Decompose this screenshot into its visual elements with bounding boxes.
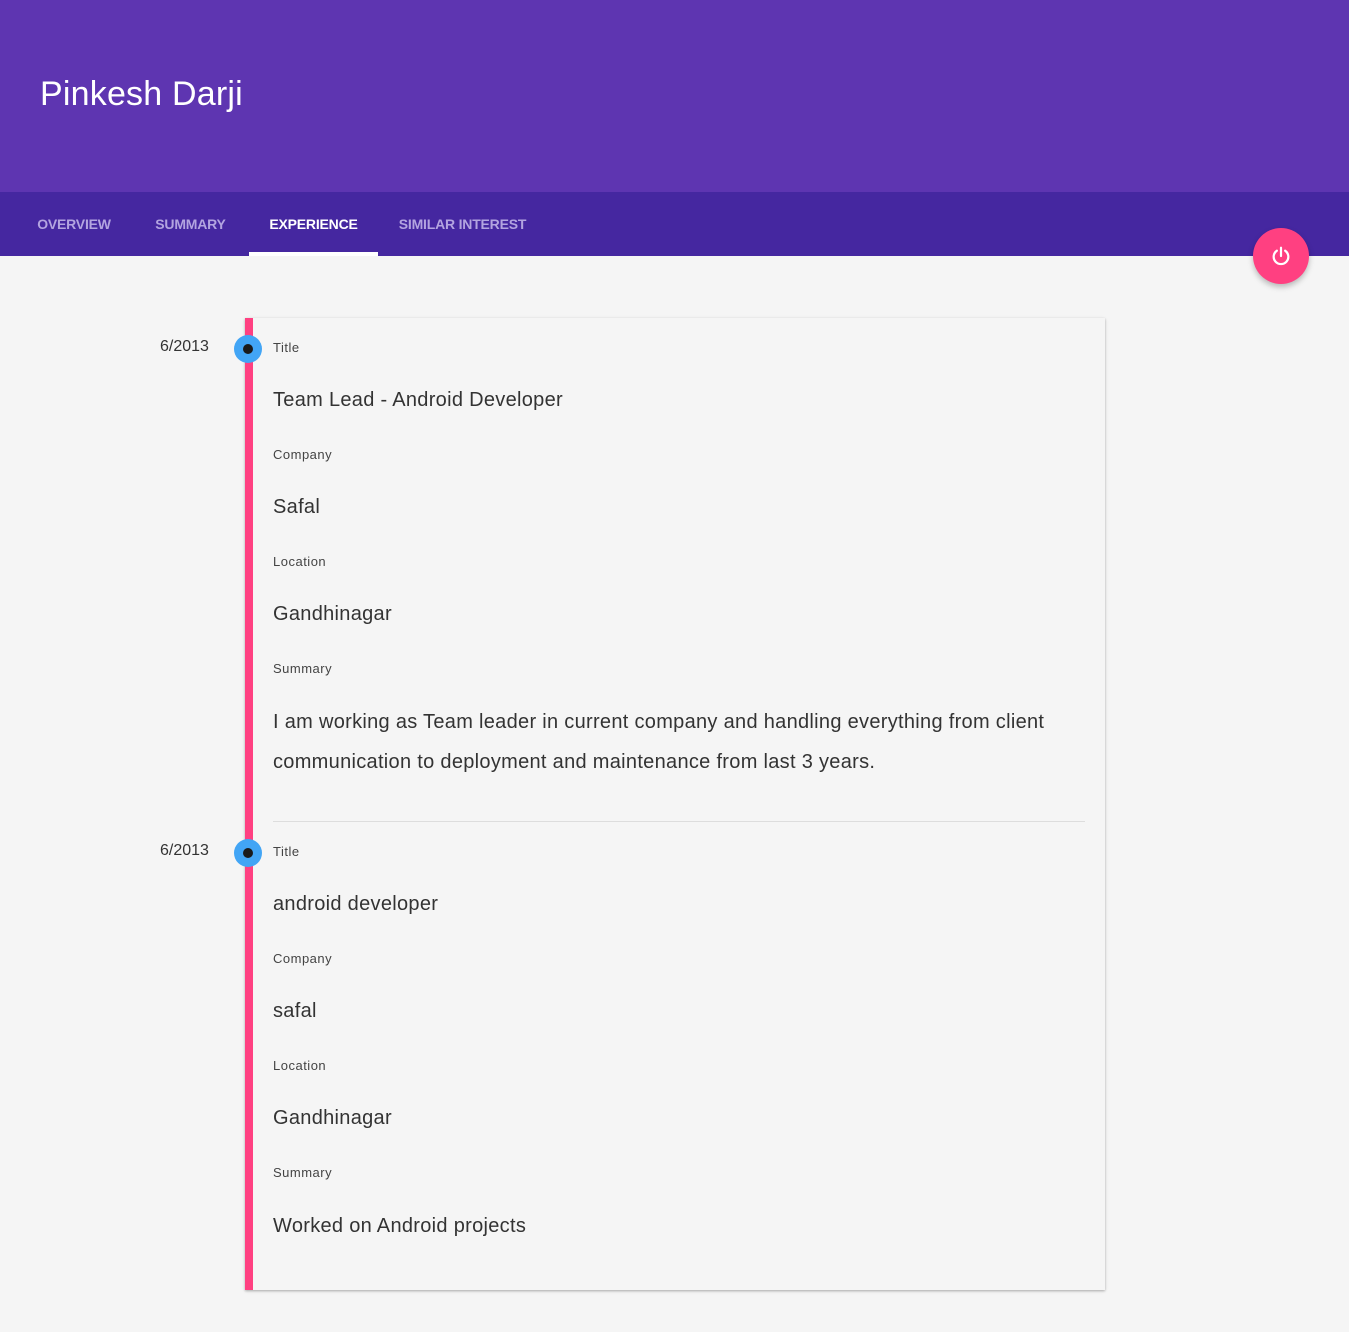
timeline-dot <box>234 335 262 363</box>
title-value: android developer <box>273 893 439 915</box>
experience-timeline-card: Title Team Lead - Android Developer Comp… <box>234 318 1105 1290</box>
page-title: Pinkesh Darji <box>40 75 243 113</box>
title-label: Title <box>273 340 300 355</box>
company-label: Company <box>273 951 333 966</box>
timeline-dot <box>234 839 262 867</box>
power-button[interactable] <box>1253 228 1309 284</box>
experience-date: 6/2013 <box>160 842 209 859</box>
app-header: Pinkesh Darji <box>0 0 1349 192</box>
tab-summary[interactable]: SUMMARY <box>132 192 249 256</box>
summary-value: I am working as Team leader in current c… <box>273 711 1045 773</box>
power-icon <box>1272 246 1290 266</box>
tab-bar: OVERVIEW SUMMARY EXPERIENCE SIMILAR INTE… <box>0 192 1349 256</box>
tab-overview[interactable]: OVERVIEW <box>16 192 132 256</box>
company-value: Safal <box>273 496 321 518</box>
location-value: Gandhinagar <box>273 1107 392 1129</box>
entry-divider <box>273 821 1085 822</box>
timeline-bar <box>245 318 253 1290</box>
summary-label: Summary <box>273 1165 333 1180</box>
location-label: Location <box>273 554 327 569</box>
summary-value: Worked on Android projects <box>273 1215 527 1237</box>
company-value: safal <box>273 1000 317 1022</box>
experience-date: 6/2013 <box>160 338 209 355</box>
location-value: Gandhinagar <box>273 603 392 625</box>
title-value: Team Lead - Android Developer <box>273 389 563 411</box>
company-label: Company <box>273 447 333 462</box>
title-label: Title <box>273 844 300 859</box>
tab-similar-interest[interactable]: SIMILAR INTEREST <box>378 192 547 256</box>
summary-label: Summary <box>273 661 333 676</box>
tab-experience[interactable]: EXPERIENCE <box>249 192 378 256</box>
location-label: Location <box>273 1058 327 1073</box>
